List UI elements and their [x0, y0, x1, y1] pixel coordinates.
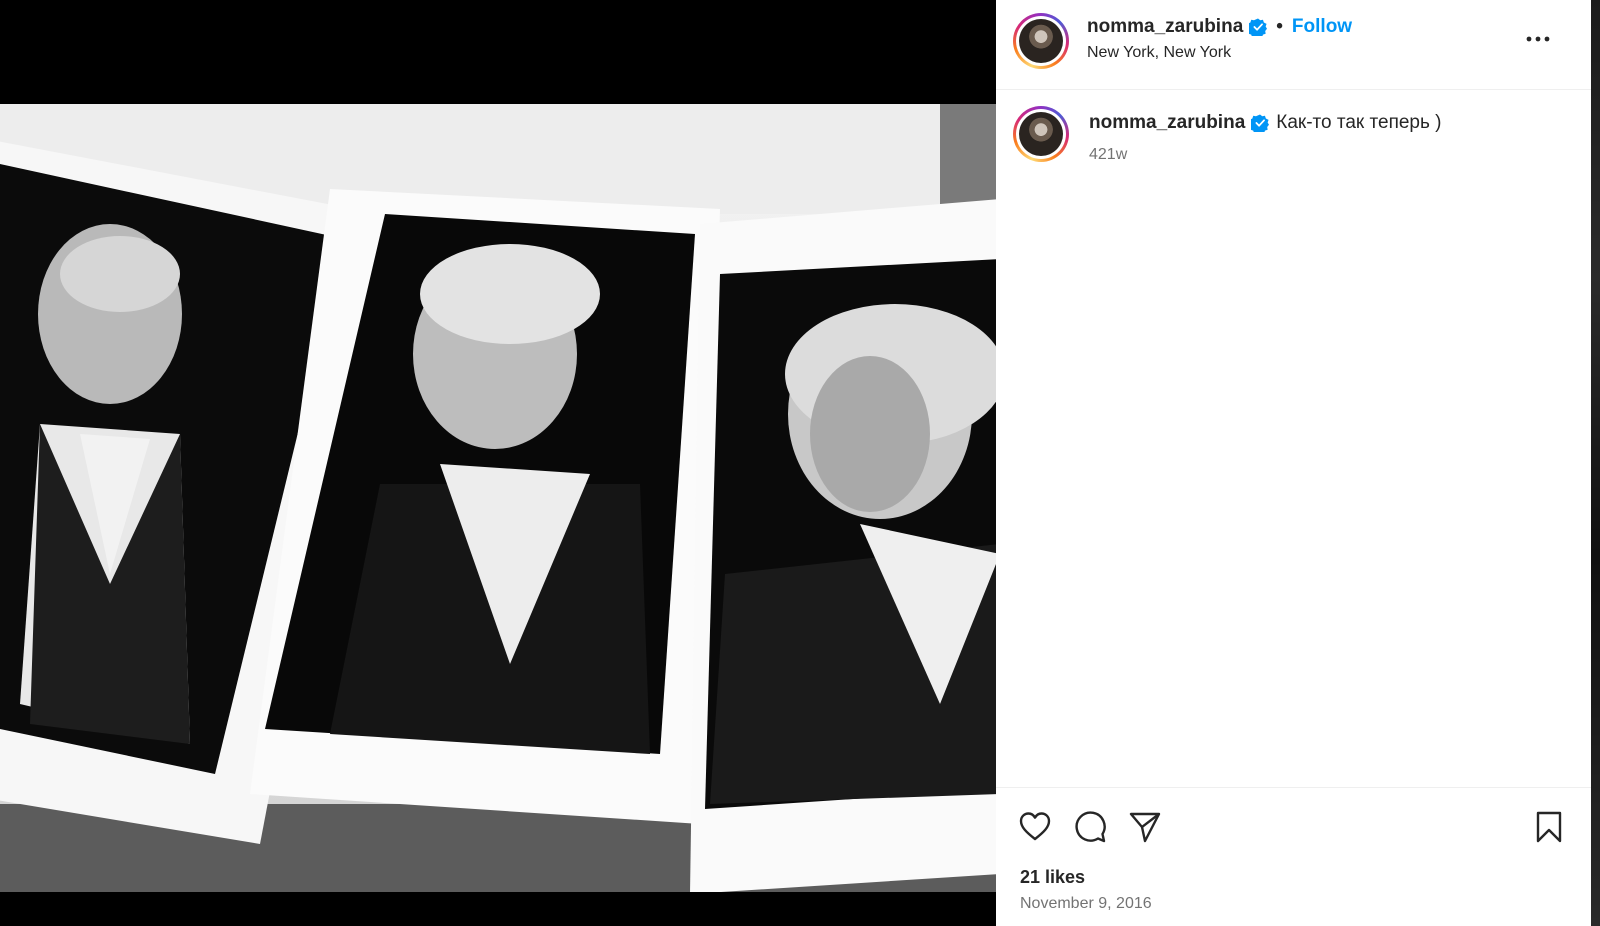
likes-count[interactable]: 21 likes: [1020, 867, 1085, 888]
post-date[interactable]: November 9, 2016: [1020, 895, 1152, 913]
verified-badge-icon: [1251, 114, 1270, 132]
author-avatar[interactable]: [1013, 13, 1069, 69]
post-actions-bar: 21 likes November 9, 2016: [996, 787, 1591, 926]
instagram-post-modal: nomma_zarubina • Follow New York, New Yo…: [0, 0, 1600, 926]
post-location[interactable]: New York, New York: [1087, 44, 1231, 62]
caption-username[interactable]: nomma_zarubina: [1089, 112, 1245, 134]
photo-prints-illustration: [0, 104, 996, 892]
post-header: nomma_zarubina • Follow New York, New Yo…: [996, 0, 1591, 90]
post-photo[interactable]: [0, 104, 996, 892]
caption-avatar[interactable]: [1013, 106, 1069, 162]
author-username[interactable]: nomma_zarubina: [1087, 16, 1243, 38]
caption-text: Как-то так теперь ): [1276, 112, 1442, 133]
share-icon[interactable]: [1128, 810, 1162, 844]
more-options-icon[interactable]: [1525, 28, 1551, 50]
bookmark-icon[interactable]: [1532, 810, 1566, 844]
post-details-panel: nomma_zarubina • Follow New York, New Yo…: [996, 0, 1591, 926]
follow-button[interactable]: Follow: [1292, 16, 1352, 38]
header-separator: •: [1276, 16, 1283, 37]
heart-icon[interactable]: [1018, 810, 1052, 844]
header-user-line: nomma_zarubina • Follow: [1087, 16, 1352, 38]
comment-icon[interactable]: [1073, 810, 1107, 844]
caption-line: nomma_zarubina Как-то так теперь ): [1089, 112, 1442, 134]
background-edge: [1591, 0, 1600, 926]
post-media[interactable]: [0, 0, 996, 926]
caption-age[interactable]: 421w: [1089, 146, 1127, 164]
verified-badge-icon: [1249, 18, 1268, 36]
